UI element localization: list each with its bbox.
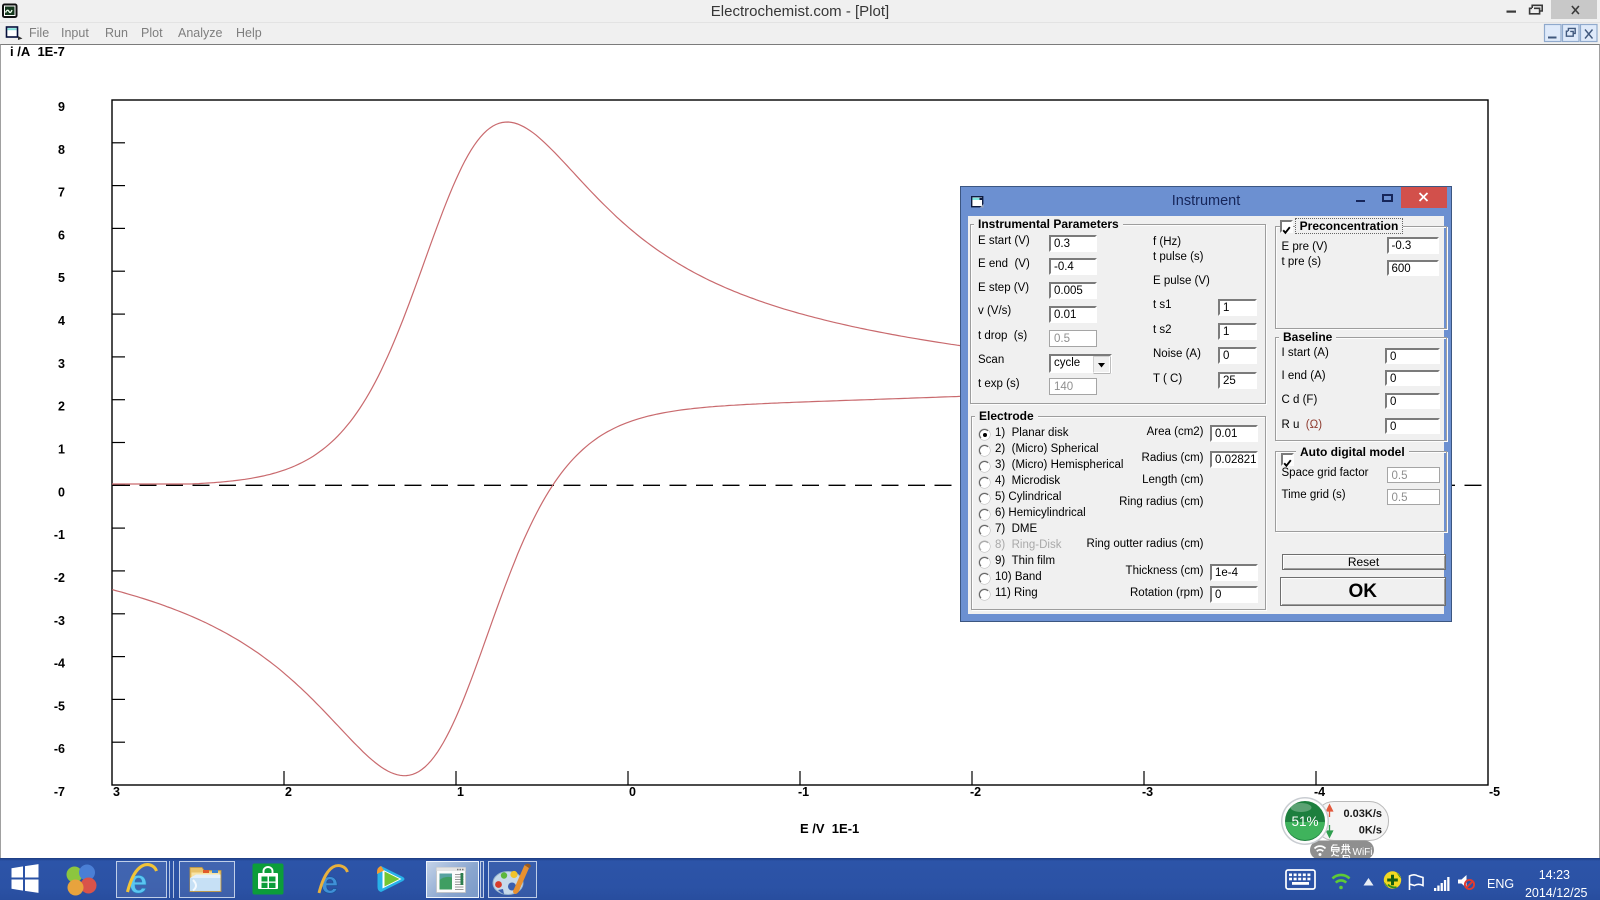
svg-text:3: 3 xyxy=(113,785,120,799)
svg-text:-2: -2 xyxy=(54,571,65,585)
svg-text:0.03K/s: 0.03K/s xyxy=(1343,808,1382,820)
svg-text:ENG: ENG xyxy=(1487,877,1514,891)
svg-text:9: 9 xyxy=(58,100,65,114)
svg-text:WiFi: WiFi xyxy=(1353,847,1373,858)
svg-text:-5: -5 xyxy=(54,699,65,713)
svg-text:0K/s: 0K/s xyxy=(1359,825,1382,837)
svg-text:14:23: 14:23 xyxy=(1539,868,1570,882)
svg-text:7: 7 xyxy=(58,186,65,200)
svg-text:-1: -1 xyxy=(798,785,809,799)
svg-text:-2: -2 xyxy=(970,785,981,799)
svg-text:5: 5 xyxy=(58,271,65,285)
svg-text:-1: -1 xyxy=(54,528,65,542)
svg-text:-4: -4 xyxy=(54,657,65,671)
svg-text:2: 2 xyxy=(285,785,292,799)
svg-text:3: 3 xyxy=(58,357,65,371)
svg-text:-3: -3 xyxy=(1142,785,1153,799)
svg-text:6: 6 xyxy=(58,228,65,242)
svg-text:1: 1 xyxy=(457,785,464,799)
svg-text:51%: 51% xyxy=(1291,814,1318,829)
svg-text:0: 0 xyxy=(58,485,65,499)
svg-text:-3: -3 xyxy=(54,614,65,628)
svg-text:E /V 1E-1: E /V 1E-1 xyxy=(800,821,859,836)
svg-text:-6: -6 xyxy=(54,742,65,756)
svg-text:4: 4 xyxy=(58,314,65,328)
svg-text:2: 2 xyxy=(58,400,65,414)
svg-text:2014/12/25: 2014/12/25 xyxy=(1525,886,1588,900)
svg-text:1: 1 xyxy=(58,443,65,457)
svg-text:0: 0 xyxy=(629,785,636,799)
svg-text:-7: -7 xyxy=(54,785,65,799)
svg-text:i /A 1E-7: i /A 1E-7 xyxy=(10,44,65,59)
svg-text:8: 8 xyxy=(58,143,65,157)
